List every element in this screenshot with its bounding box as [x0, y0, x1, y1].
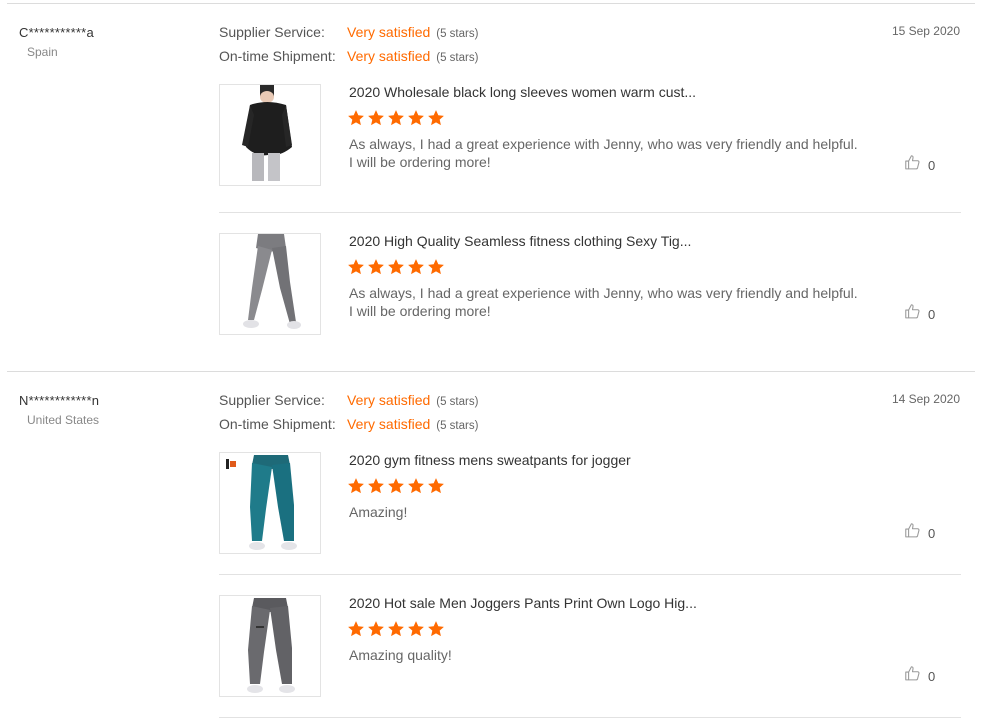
product-rating	[347, 477, 445, 495]
product-rating	[347, 109, 445, 127]
product-review: 2020 Wholesale black long sleeves women …	[219, 84, 961, 213]
thumbs-up-icon	[904, 665, 921, 687]
product-rating	[347, 620, 445, 638]
supplier-service-stars: (5 stars)	[436, 396, 479, 408]
star-icon	[427, 620, 445, 638]
star-icon	[407, 477, 425, 495]
ontime-shipment-label: On-time Shipment:	[219, 416, 336, 432]
helpful-button[interactable]: 0	[904, 303, 935, 325]
ontime-shipment-label: On-time Shipment:	[219, 48, 336, 64]
thumbs-up-icon	[904, 522, 921, 544]
buyer-name: N************n	[19, 393, 100, 408]
buyer-name: C***********a	[19, 25, 94, 40]
star-icon	[407, 620, 425, 638]
review-text: Amazing!	[349, 504, 408, 520]
product-review: 2020 Hot sale Men Joggers Pants Print Ow…	[219, 595, 961, 723]
grey-joggers-photo	[220, 596, 320, 696]
product-divider	[219, 212, 961, 213]
supplier-service-row: Supplier Service: Very satisfied (5 stars)	[219, 24, 478, 42]
ontime-shipment-row: On-time Shipment: Very satisfied (5 stars)	[219, 48, 478, 66]
product-title[interactable]: 2020 High Quality Seamless fitness cloth…	[349, 233, 691, 249]
supplier-service-stars: (5 stars)	[436, 28, 479, 40]
product-review: 2020 High Quality Seamless fitness cloth…	[219, 233, 961, 361]
top-divider	[7, 3, 975, 4]
star-icon	[347, 620, 365, 638]
helpful-button[interactable]: 0	[904, 522, 935, 544]
star-icon	[367, 109, 385, 127]
supplier-service-label: Supplier Service:	[219, 24, 325, 40]
black-hoodie-photo	[220, 85, 320, 185]
supplier-service-label: Supplier Service:	[219, 392, 325, 408]
product-thumbnail[interactable]	[219, 452, 321, 554]
product-review: 2020 gym fitness mens sweatpants for jog…	[219, 452, 961, 580]
star-icon	[347, 258, 365, 276]
review-date: 14 Sep 2020	[891, 392, 960, 406]
star-icon	[387, 477, 405, 495]
star-icon	[427, 477, 445, 495]
ontime-shipment-value: Very satisfied	[347, 48, 431, 64]
star-icon	[427, 109, 445, 127]
supplier-service-value: Very satisfied	[347, 24, 431, 40]
star-icon	[367, 477, 385, 495]
product-thumbnail[interactable]	[219, 233, 321, 335]
supplier-service-value: Very satisfied	[347, 392, 431, 408]
thumbs-up-icon	[904, 154, 921, 176]
helpful-count: 0	[928, 668, 936, 684]
review-divider	[7, 371, 975, 372]
thumbs-up-icon	[904, 303, 921, 325]
buyer-country: United States	[27, 413, 100, 427]
review-text: As always, I had a great experience with…	[349, 285, 858, 319]
helpful-button[interactable]: 0	[904, 665, 935, 687]
helpful-count: 0	[928, 157, 936, 173]
product-thumbnail[interactable]	[219, 595, 321, 697]
product-title[interactable]: 2020 Hot sale Men Joggers Pants Print Ow…	[349, 595, 697, 611]
supplier-service-row: Supplier Service: Very satisfied (5 stars)	[219, 392, 478, 410]
ontime-shipment-stars: (5 stars)	[436, 52, 479, 64]
product-divider	[219, 574, 961, 575]
teal-joggers-photo	[220, 453, 320, 553]
star-icon	[387, 258, 405, 276]
ontime-shipment-row: On-time Shipment: Very satisfied (5 stars)	[219, 416, 478, 434]
product-title[interactable]: 2020 gym fitness mens sweatpants for jog…	[349, 452, 631, 468]
product-rating	[347, 258, 445, 276]
helpful-button[interactable]: 0	[904, 154, 935, 176]
star-icon	[427, 258, 445, 276]
buyer-country: Spain	[27, 45, 58, 59]
star-icon	[367, 258, 385, 276]
helpful-count: 0	[928, 306, 936, 322]
star-icon	[367, 620, 385, 638]
star-icon	[407, 109, 425, 127]
ontime-shipment-stars: (5 stars)	[436, 420, 479, 432]
review-text: Amazing quality!	[349, 647, 452, 663]
product-thumbnail[interactable]	[219, 84, 321, 186]
review-date: 15 Sep 2020	[891, 24, 960, 38]
star-icon	[387, 620, 405, 638]
product-title[interactable]: 2020 Wholesale black long sleeves women …	[349, 84, 696, 100]
grey-leggings-photo	[220, 234, 320, 334]
review-text: As always, I had a great experience with…	[349, 136, 858, 170]
star-icon	[347, 477, 365, 495]
helpful-count: 0	[928, 525, 936, 541]
product-divider	[219, 717, 961, 718]
star-icon	[347, 109, 365, 127]
star-icon	[407, 258, 425, 276]
ontime-shipment-value: Very satisfied	[347, 416, 431, 432]
star-icon	[387, 109, 405, 127]
